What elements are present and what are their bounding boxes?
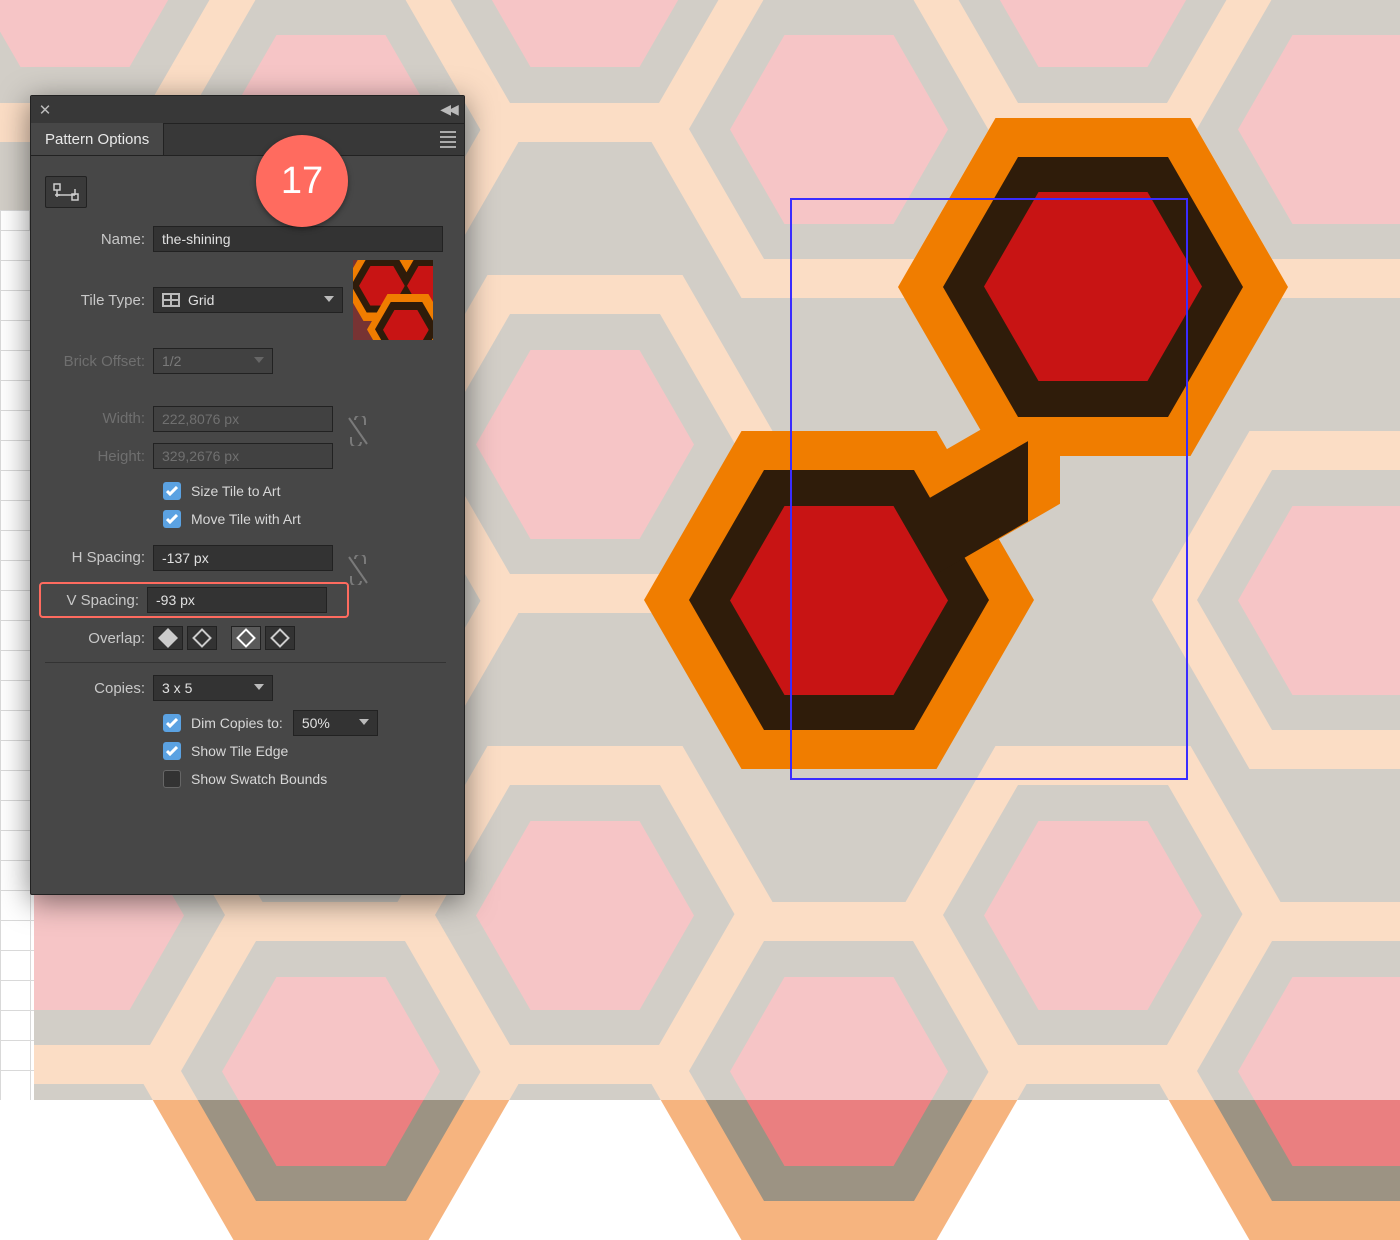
dimcopies-checkbox[interactable]: Dim Copies to: [163, 709, 283, 737]
show-tile-edge-label: Show Tile Edge [191, 743, 288, 759]
pattern-options-panel[interactable]: ✕ ◀◀ Pattern Options Name: Tile Type: [30, 95, 465, 895]
pattern-swatch[interactable] [353, 260, 433, 340]
move-tile-label: Move Tile with Art [191, 511, 301, 527]
move-tile-checkbox[interactable]: Move Tile with Art [163, 505, 446, 533]
grid-icon [162, 293, 180, 307]
overlap-left-btn[interactable] [153, 626, 183, 650]
width-input [153, 406, 333, 432]
tiletype-label: Tile Type: [45, 292, 153, 309]
overlap-bottom-btn[interactable] [265, 626, 295, 650]
vspacing-highlight: V Spacing: [39, 582, 349, 618]
brickoffset-value: 1/2 [162, 353, 181, 369]
width-label: Width: [45, 410, 153, 427]
show-tile-edge-checkbox[interactable]: Show Tile Edge [163, 737, 446, 765]
panel-tabs: Pattern Options [31, 124, 464, 156]
divider [45, 662, 446, 663]
size-tile-checkbox[interactable]: Size Tile to Art [163, 477, 446, 505]
copies-label: Copies: [45, 680, 153, 697]
chevron-down-icon [254, 684, 264, 690]
overlap-right-btn[interactable] [187, 626, 217, 650]
chevron-down-icon [324, 296, 334, 302]
artboard-grid [0, 230, 34, 1100]
tab-pattern-options[interactable]: Pattern Options [31, 123, 164, 155]
name-label: Name: [45, 231, 153, 248]
chevron-down-icon [359, 719, 369, 725]
hspacing-label: H Spacing: [45, 549, 153, 566]
brickoffset-label: Brick Offset: [45, 353, 153, 370]
chevron-down-icon [254, 357, 264, 363]
dimcopies-value: 50% [302, 715, 330, 731]
vspacing-label: V Spacing: [45, 592, 147, 609]
show-swatch-bounds-label: Show Swatch Bounds [191, 771, 327, 787]
size-tile-label: Size Tile to Art [191, 483, 280, 499]
overlap-label: Overlap: [45, 630, 153, 647]
hspacing-input[interactable] [153, 545, 333, 571]
step-badge: 17 [256, 135, 348, 227]
collapse-icon[interactable]: ◀◀ [432, 101, 464, 118]
overlap-top-btn[interactable] [231, 626, 261, 650]
tile-bounds-button[interactable] [45, 176, 87, 208]
name-input[interactable] [153, 226, 443, 252]
brickoffset-select: 1/2 [153, 348, 273, 374]
panel-menu-icon[interactable] [432, 123, 464, 155]
link-broken-icon[interactable] [347, 555, 369, 588]
link-broken-icon[interactable] [347, 416, 369, 449]
height-input [153, 443, 333, 469]
dimcopies-select[interactable]: 50% [293, 710, 378, 736]
close-icon[interactable]: ✕ [31, 101, 59, 119]
tile-edge-box [790, 198, 1188, 780]
tiletype-value: Grid [188, 292, 214, 308]
copies-value: 3 x 5 [162, 680, 192, 696]
panel-titlebar[interactable]: ✕ ◀◀ [31, 96, 464, 124]
height-label: Height: [45, 448, 153, 465]
tiletype-select[interactable]: Grid [153, 287, 343, 313]
dimcopies-label: Dim Copies to: [191, 715, 283, 731]
show-swatch-bounds-checkbox[interactable]: Show Swatch Bounds [163, 765, 446, 793]
copies-select[interactable]: 3 x 5 [153, 675, 273, 701]
vspacing-input[interactable] [147, 587, 327, 613]
